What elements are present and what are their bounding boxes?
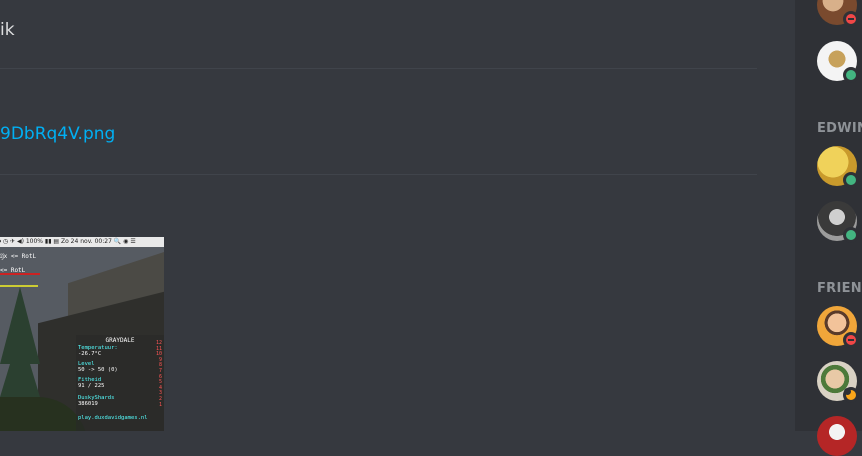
message-text: ik (0, 20, 15, 40)
scoreboard-value: 91 / 225 (78, 383, 105, 389)
member-list: EDWIN FRIEND (795, 0, 862, 456)
embedded-screenshot[interactable]: ⏺ ◷ ✈ ◀) 100% ▮▮ ▤ Zo 24 nov. 00:27 🔍 ◉ … (0, 237, 164, 431)
message-divider (0, 68, 757, 69)
scoreboard-numbers: 12 11 10 9 8 7 6 5 4 3 2 1 (156, 340, 162, 408)
online-status-icon (843, 172, 859, 188)
embed-statusbar: ⏺ ◷ ✈ ◀) 100% ▮▮ ▤ Zo 24 nov. 00:27 🔍 ◉ … (0, 237, 164, 247)
scoreboard-value: -26.7°C (78, 351, 102, 357)
message-divider (0, 174, 757, 175)
dnd-status-icon (843, 332, 859, 348)
scoreboard-number: 1 (158, 401, 162, 408)
member-group-header: FRIEND (817, 281, 862, 296)
member-group-header: EDWIN (817, 121, 862, 136)
online-status-icon (843, 227, 859, 243)
embed-chat-line: <= RotL (0, 267, 26, 274)
embed-scoreboard: GRAYDALE Temperatuur: -26.7°C Level 50 -… (76, 335, 164, 431)
embed-chat-line: ĳx <= RotL (0, 253, 37, 260)
idle-status-icon (843, 387, 859, 403)
member-avatar[interactable] (817, 416, 857, 456)
scoreboard-value: 50 -> 50 (0) (78, 367, 118, 373)
scoreboard-label: play.duxdavidgames.nl (78, 415, 148, 421)
tree-shape (0, 287, 40, 397)
chat-area: ik 9DbRq4V.png ⏺ ◷ ✈ ◀) 100% ▮▮ ▤ Zo 24 … (0, 0, 795, 431)
scoreboard-title: GRAYDALE (105, 337, 135, 344)
attachment-link[interactable]: 9DbRq4V.png (0, 124, 115, 144)
dnd-status-icon (843, 11, 859, 27)
online-status-icon (843, 67, 859, 83)
scoreboard-value: 386019 (78, 401, 98, 407)
